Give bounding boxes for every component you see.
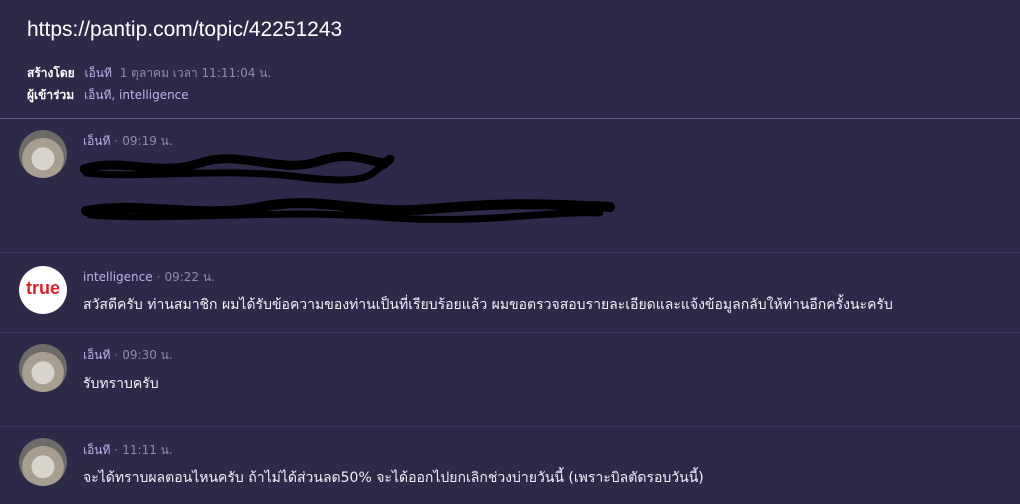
true-logo-avatar[interactable]: true (19, 266, 67, 314)
topic-url[interactable]: https://pantip.com/topic/42251243 (27, 18, 342, 42)
hedgehog-avatar[interactable] (19, 438, 67, 486)
created-time: 1 ตุลาคม เวลา 11:11:04 น. (119, 66, 272, 80)
message-author[interactable]: เอ็นที (83, 348, 110, 362)
message-meta: intelligence · 09:22 น. (83, 268, 215, 287)
members-label: ผู้เข้าร่วม (27, 88, 75, 102)
hedgehog-avatar[interactable] (19, 130, 67, 178)
message-author[interactable]: intelligence (83, 270, 153, 284)
message-time: 09:22 น. (164, 270, 215, 284)
message-author[interactable]: เอ็นที (83, 443, 110, 457)
topic-header: https://pantip.com/topic/42251243 สร้างโ… (0, 0, 1020, 118)
created-by-row: สร้างโดย เอ็นที 1 ตุลาคม เวลา 11:11:04 น… (27, 64, 271, 83)
message-text: รับทราบครับ (83, 376, 159, 392)
message-meta: เอ็นที · 11:11 น. (83, 441, 173, 460)
message-time: 11:11 น. (122, 443, 173, 457)
message-meta: เอ็นที · 09:30 น. (83, 346, 173, 365)
separator-dot: · (114, 134, 119, 148)
message-text: จะได้ทราบผลตอนไหนครับ ถ้าไม่ได้ส่วนลด50%… (83, 470, 704, 486)
members-list[interactable]: เอ็นที, intelligence (84, 88, 189, 102)
message-item: เอ็นที · 09:19 น. (0, 119, 1020, 253)
created-by-label: สร้างโดย (27, 66, 75, 80)
message-meta: เอ็นที · 09:19 น. (83, 132, 173, 151)
separator-dot: · (156, 270, 161, 284)
created-by-name[interactable]: เอ็นที (84, 66, 111, 80)
message-text: สวัสดีครับ ท่านสมาชิก ผมได้รับข้อความของ… (83, 297, 893, 313)
hedgehog-avatar[interactable] (19, 344, 67, 392)
members-row: ผู้เข้าร่วม เอ็นที, intelligence (27, 86, 189, 105)
separator-dot: · (114, 443, 119, 457)
separator-dot: · (114, 348, 119, 362)
message-time: 09:30 น. (122, 348, 173, 362)
message-item: เอ็นที · 11:11 น. จะได้ทราบผลตอนไหนครับ ถ้… (0, 427, 1020, 504)
message-item: เอ็นที · 09:30 น. รับทราบครับ (0, 333, 1020, 427)
redaction-scribble (80, 152, 615, 223)
message-author[interactable]: เอ็นที (83, 134, 110, 148)
true-logo-text: true (25, 278, 60, 298)
message-time: 09:19 น. (122, 134, 173, 148)
message-item: true intelligence · 09:22 น. สวัสดีครับ ท่… (0, 253, 1020, 333)
